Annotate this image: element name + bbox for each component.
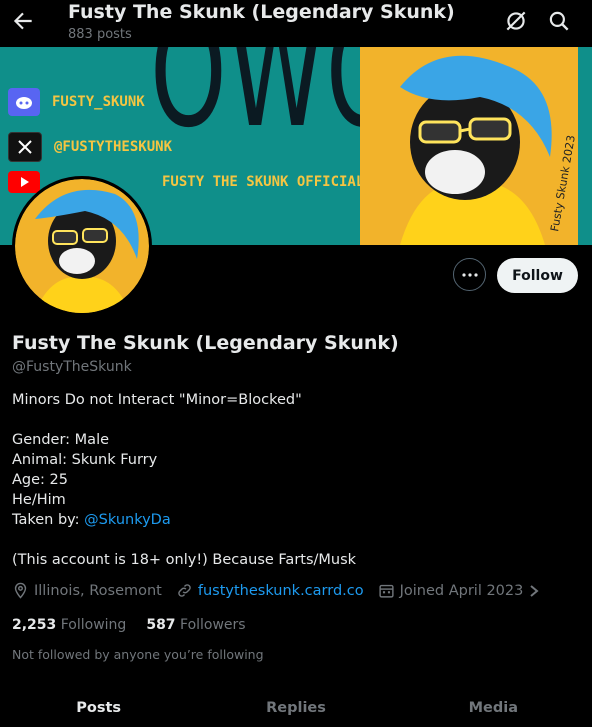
follow-counts: 2,253 Following 587 Followers	[12, 617, 246, 633]
taken-by-link[interactable]: @SkunkyDa	[84, 512, 171, 528]
x-handle: @FUSTYTHESKUNK	[54, 139, 173, 155]
more-dots-icon	[461, 272, 478, 277]
follow-button[interactable]: Follow	[497, 258, 578, 293]
profile-handle: @FustyTheSkunk	[12, 359, 132, 375]
x-icon	[8, 132, 42, 162]
tab-posts[interactable]: Posts	[0, 690, 197, 727]
back-arrow-icon[interactable]	[10, 8, 36, 34]
tab-replies[interactable]: Replies	[197, 690, 394, 727]
location-pin-icon	[14, 582, 27, 599]
followers-label: Followers	[180, 617, 246, 633]
more-options-button[interactable]	[453, 258, 486, 291]
header-title: Fusty The Skunk (Legendary Skunk)	[68, 1, 455, 23]
followers-count: 587	[146, 617, 176, 633]
following-label: Following	[60, 617, 127, 633]
top-bar: Fusty The Skunk (Legendary Skunk) 883 po…	[0, 0, 592, 47]
followers-link[interactable]: 587 Followers	[146, 617, 245, 633]
profile-name: Fusty The Skunk (Legendary Skunk)	[12, 332, 399, 354]
joined-item[interactable]: Joined April 2023	[378, 582, 541, 599]
banner-social-discord: FUSTY_SKUNK	[8, 88, 145, 116]
search-icon[interactable]	[546, 8, 572, 34]
website-item: fustytheskunk.carrd.co	[176, 582, 364, 599]
website-link[interactable]: fustytheskunk.carrd.co	[198, 583, 364, 599]
svg-text:Fusty Skunk 2023: Fusty Skunk 2023	[548, 134, 578, 232]
location-item: Illinois, Rosemont	[12, 582, 162, 599]
location-text: Illinois, Rosemont	[34, 582, 162, 599]
bio-animal: Animal: Skunk Furry	[12, 452, 158, 468]
bio-taken-prefix: Taken by:	[12, 512, 85, 528]
chevron-right-icon	[530, 584, 539, 597]
not-followed-note: Not followed by anyone you’re following	[12, 647, 264, 662]
banner-social-x: @FUSTYTHESKUNK	[8, 132, 172, 162]
bio-blank	[12, 530, 356, 550]
tab-media[interactable]: Media	[395, 690, 592, 727]
profile-avatar[interactable]	[12, 176, 152, 316]
discord-icon	[8, 88, 40, 116]
bio-age: Age: 25	[12, 472, 68, 488]
following-link[interactable]: 2,253 Following	[12, 617, 126, 633]
bio-note: (This account is 18+ only!) Because Fart…	[12, 552, 357, 568]
profile-meta: Illinois, Rosemont fustytheskunk.carrd.c…	[12, 582, 554, 599]
bio-blank	[12, 410, 356, 430]
discord-handle: FUSTY_SKUNK	[52, 94, 145, 110]
bio-pronouns: He/Him	[12, 492, 66, 508]
calendar-icon	[379, 584, 394, 598]
bio-line-minors: Minors Do not Interact "Minor=Blocked"	[12, 392, 302, 408]
profile-bio: Minors Do not Interact "Minor=Blocked" G…	[12, 390, 356, 570]
bio-gender: Gender: Male	[12, 432, 110, 448]
grok-icon[interactable]	[503, 8, 529, 34]
profile-tabs: Posts Replies Media	[0, 690, 592, 727]
following-count: 2,253	[12, 617, 57, 633]
youtube-icon	[8, 171, 40, 193]
banner-artwork: Fusty Skunk 2023	[360, 47, 578, 245]
post-count: 883 posts	[68, 27, 132, 42]
bio-taken-by: Taken by: @SkunkyDa	[12, 510, 356, 530]
joined-text: Joined April 2023	[399, 582, 524, 599]
link-icon	[178, 584, 191, 597]
